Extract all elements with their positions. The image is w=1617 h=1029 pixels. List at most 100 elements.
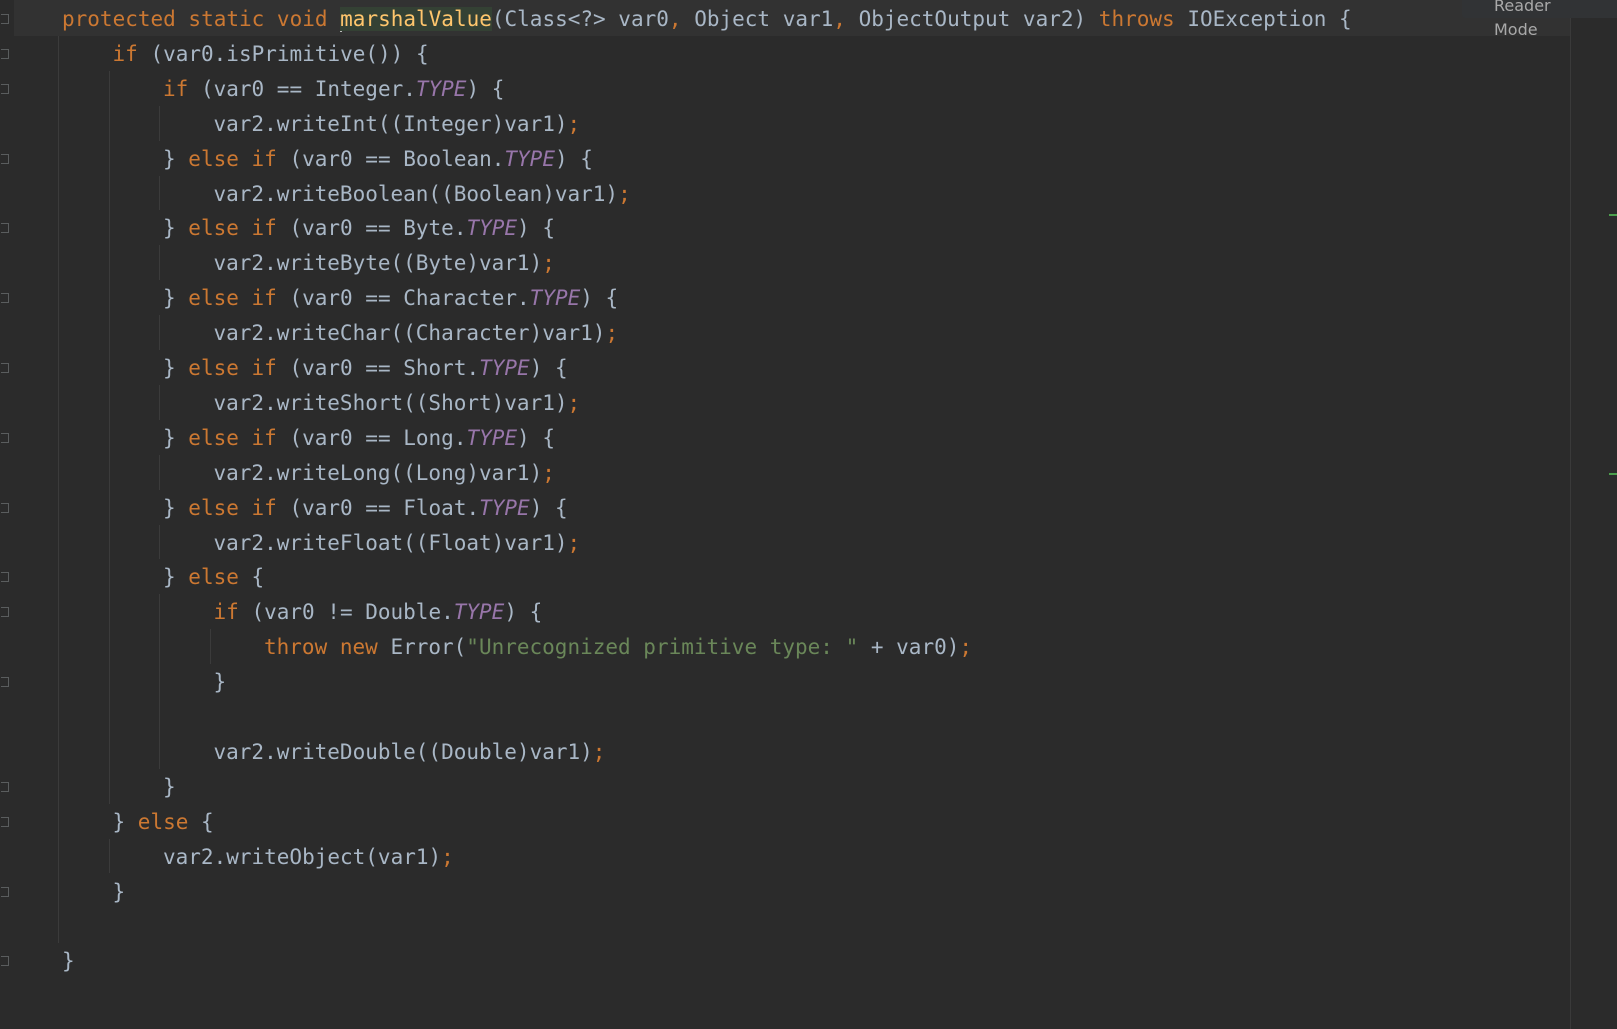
code-line[interactable]: }: [163, 769, 176, 805]
fold-icon[interactable]: [1, 886, 9, 897]
code-line[interactable]: var2.writeFloat((Float)var1);: [214, 525, 581, 561]
fold-icon[interactable]: [1, 816, 9, 827]
code-line[interactable]: var2.writeShort((Short)var1);: [214, 385, 581, 421]
code-line[interactable]: } else if (var0 == Long.TYPE) {: [163, 420, 555, 456]
code-token: ,: [668, 7, 682, 31]
code-token: ;: [567, 530, 581, 555]
code-line[interactable]: var2.writeByte((Byte)var1);: [214, 245, 555, 281]
code-token: else if: [188, 146, 290, 171]
code-token: var2.writeChar((Character)var1): [213, 321, 606, 346]
code-line[interactable]: } else if (var0 == Short.TYPE) {: [163, 350, 568, 386]
code-token: throws: [1098, 7, 1188, 31]
code-token: TYPE: [415, 76, 467, 101]
code-token: if: [112, 41, 151, 66]
code-line[interactable]: var2.writeChar((Character)var1);: [214, 315, 619, 351]
code-line[interactable]: } else if (var0 == Byte.TYPE) {: [163, 210, 555, 246]
fold-icon[interactable]: [1, 83, 9, 94]
code-token: ;: [567, 390, 581, 415]
code-line[interactable]: var2.writeDouble((Double)var1);: [214, 734, 606, 770]
indent-guide: [159, 524, 160, 560]
code-token: ,: [833, 7, 846, 31]
code-line[interactable]: var2.writeLong((Long)var1);: [214, 455, 555, 491]
fold-icon[interactable]: [1, 153, 9, 164]
code-line[interactable]: var2.writeInt((Integer)var1);: [214, 106, 581, 142]
reader-mode-button[interactable]: Reader Mode: [1462, 0, 1617, 39]
code-token: }: [163, 495, 189, 520]
code-token: ) {: [504, 600, 543, 625]
code-token: ) {: [529, 356, 568, 380]
code-token: }: [213, 670, 227, 695]
fold-icon[interactable]: [1, 502, 9, 513]
code-token: var2.writeLong((Long)var1): [213, 460, 543, 485]
code-token: (var0 == Integer.: [200, 76, 416, 101]
code-token: ) {: [554, 146, 593, 171]
fold-icon[interactable]: [1, 293, 9, 304]
fold-icon[interactable]: [1, 48, 9, 59]
code-token: IOException {: [1187, 7, 1352, 31]
code-line[interactable]: } else {: [163, 559, 264, 595]
code-token: var2.writeShort((Short)var1): [213, 390, 568, 415]
code-token: ) {: [466, 76, 505, 101]
code-token: ) {: [529, 495, 568, 520]
code-token: if: [163, 76, 201, 101]
right-margin-line: [1570, 0, 1571, 1029]
code-token: (var0 == Byte.: [289, 216, 467, 241]
indent-guide: [159, 175, 160, 211]
fold-gutter[interactable]: [0, 0, 14, 1029]
code-token: ObjectOutput var2): [845, 7, 1099, 31]
code-token: (var0.isPrimitive()) {: [150, 41, 429, 66]
code-token: marshalValue: [340, 7, 492, 31]
code-token: ;: [959, 635, 973, 660]
code-line[interactable]: if (var0.isPrimitive()) {: [113, 36, 429, 72]
fold-icon[interactable]: [1, 956, 9, 967]
code-line[interactable]: var2.writeBoolean((Boolean)var1);: [214, 176, 631, 212]
code-editor[interactable]: protected static void marshalValue(Class…: [0, 0, 1617, 1029]
code-token: ;: [618, 181, 631, 206]
indent-guide: [159, 105, 160, 141]
code-token: ) {: [517, 425, 555, 450]
fold-icon[interactable]: [1, 14, 9, 24]
fold-icon[interactable]: [1, 223, 9, 234]
code-token: else if: [188, 286, 290, 311]
scrollbar-change-marker[interactable]: [1609, 214, 1617, 216]
code-token: {: [201, 809, 214, 834]
code-token: else if: [188, 425, 290, 450]
code-line[interactable]: }: [113, 874, 126, 910]
code-token: ) {: [580, 286, 619, 311]
code-line[interactable]: }: [62, 943, 75, 979]
code-token: TYPE: [466, 425, 518, 450]
code-line[interactable]: } else if (var0 == Character.TYPE) {: [163, 280, 618, 316]
code-token: (var0 != Double.: [251, 600, 454, 625]
fold-icon[interactable]: [1, 572, 9, 583]
fold-icon[interactable]: [1, 781, 9, 792]
code-line[interactable]: } else if (var0 == Float.TYPE) {: [163, 490, 568, 526]
indent-guide: [209, 629, 211, 665]
fold-icon[interactable]: [1, 607, 9, 618]
code-token: TYPE: [466, 216, 518, 241]
fold-icon[interactable]: [1, 363, 9, 373]
fold-icon[interactable]: [1, 677, 9, 688]
code-line[interactable]: var2.writeObject(var1);: [163, 839, 454, 875]
code-token: {: [251, 565, 265, 590]
code-line[interactable]: }: [214, 664, 227, 700]
code-line[interactable]: if (var0 == Integer.TYPE) {: [163, 71, 504, 107]
code-line[interactable]: } else {: [113, 804, 214, 840]
code-token: ;: [441, 844, 454, 869]
code-token: throw new: [264, 635, 391, 660]
code-line[interactable]: if (var0 != Double.TYPE) {: [214, 594, 543, 630]
code-token: protected static void: [62, 7, 341, 31]
code-token: ;: [605, 321, 619, 346]
fold-icon[interactable]: [1, 432, 9, 443]
code-token: }: [163, 565, 189, 590]
scrollbar-change-marker[interactable]: [1609, 473, 1617, 475]
code-token: else if: [188, 356, 290, 380]
code-line[interactable]: } else if (var0 == Boolean.TYPE) {: [163, 141, 593, 177]
code-token: var2.writeBoolean((Boolean)var1): [213, 181, 619, 206]
code-token: (var0 == Long.: [289, 425, 467, 450]
code-line[interactable]: protected static void marshalValue(Class…: [62, 1, 1352, 37]
code-token: if: [213, 600, 252, 625]
code-token: (var0 == Float.: [289, 495, 480, 520]
code-token: }: [112, 879, 126, 904]
indent-guide: [108, 70, 110, 804]
code-line[interactable]: throw new Error("Unrecognized primitive …: [264, 629, 972, 665]
